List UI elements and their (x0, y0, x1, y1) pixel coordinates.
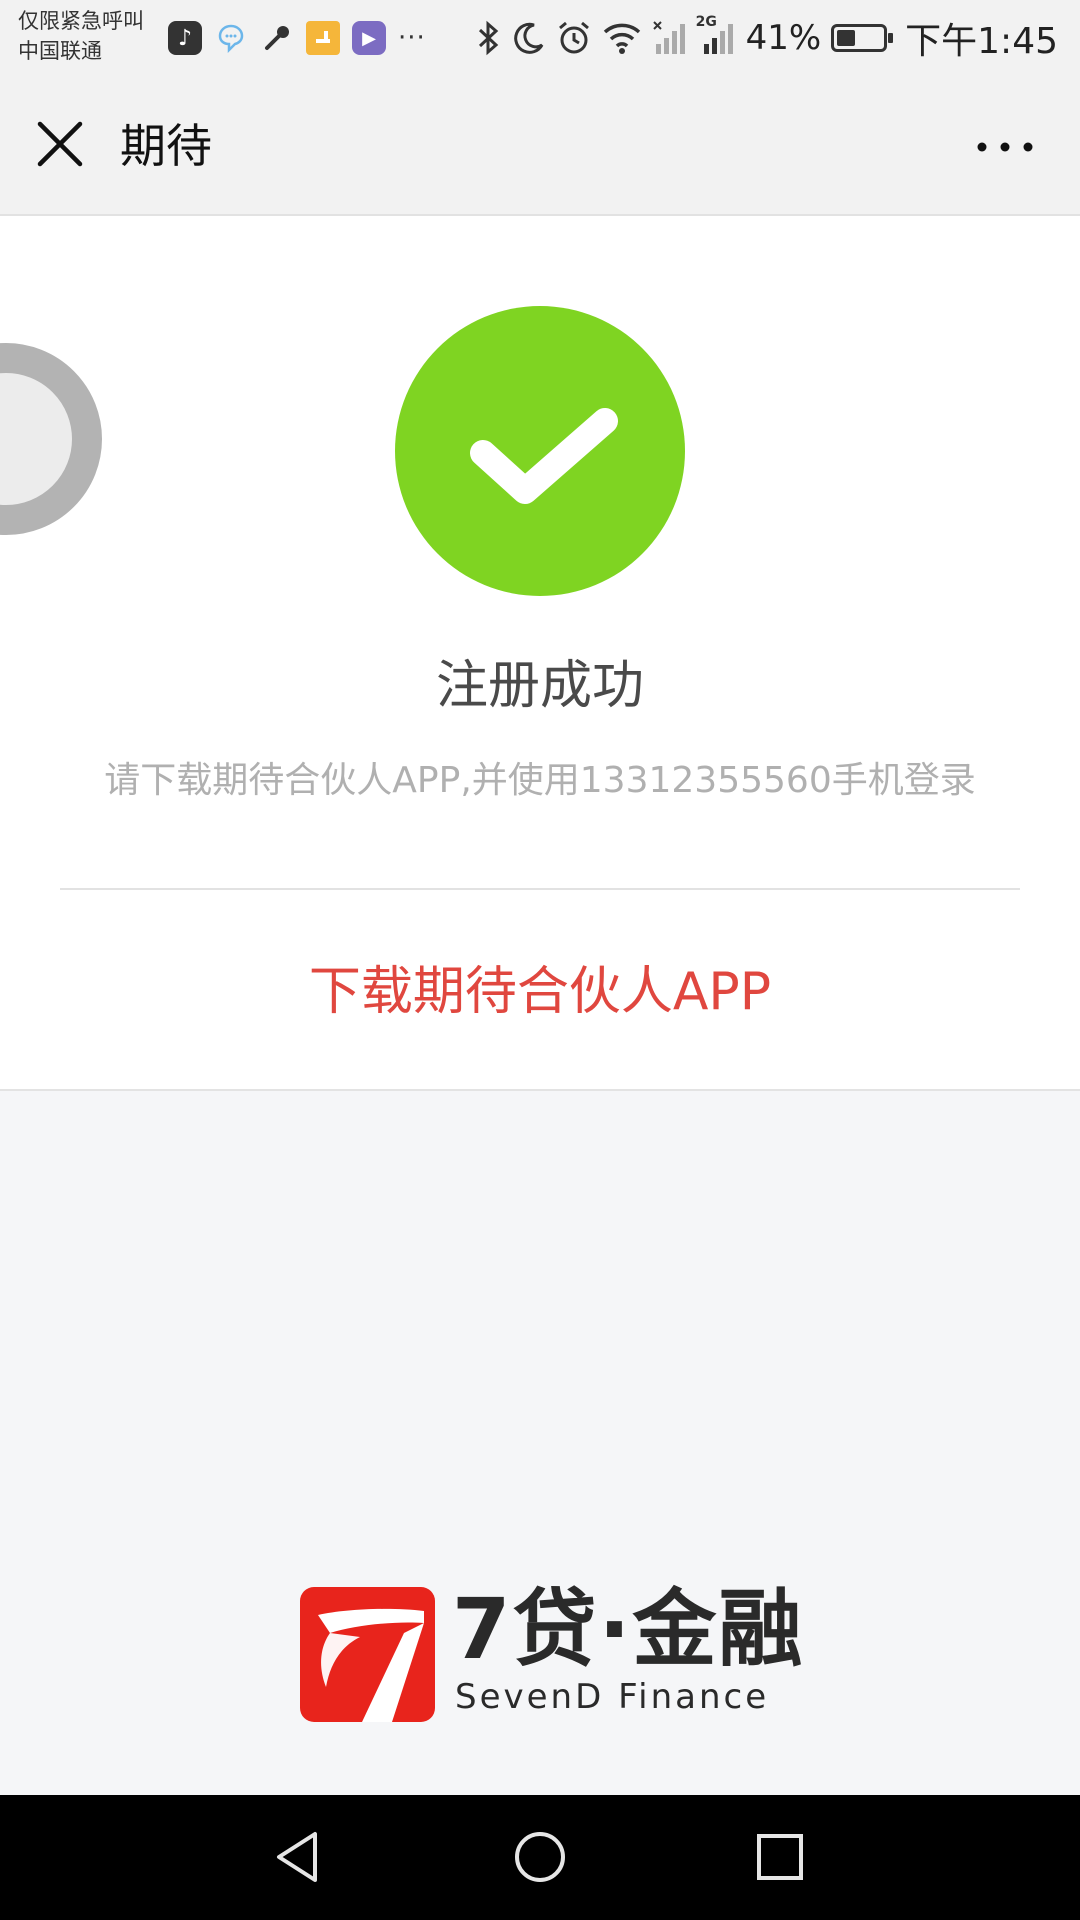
recents-button[interactable] (745, 1822, 815, 1892)
success-title: 注册成功 (435, 656, 644, 716)
network-label: 2G (695, 14, 717, 30)
moon-icon (512, 21, 546, 55)
status-bar: 仅限紧急呼叫 中国联通 ♪ ▶ ··· 2G 41% 下午1:45 (0, 0, 1080, 76)
back-triangle-icon (277, 1832, 317, 1882)
screen: 仅限紧急呼叫 中国联通 ♪ ▶ ··· 2G 41% 下午1:45 期待 注册成… (0, 0, 1080, 1920)
orange-app-icon (306, 21, 340, 55)
video-app-icon: ▶ (352, 21, 386, 55)
notification-icons: ♪ ▶ ··· (168, 18, 426, 58)
carrier-info: 仅限紧急呼叫 中国联通 (18, 6, 168, 66)
key-icon (260, 21, 294, 55)
close-button[interactable] (30, 114, 90, 174)
success-icon (395, 306, 685, 596)
logo-english-text: SevenD Finance (455, 1677, 770, 1717)
success-description: 请下载期待合伙人APP,并使用13312355560手机登录 (104, 760, 976, 801)
page-title: 期待 (120, 119, 212, 173)
battery-percent: 41% (745, 18, 822, 58)
back-button[interactable] (265, 1822, 335, 1892)
close-icon (37, 121, 83, 167)
home-button[interactable] (505, 1822, 575, 1892)
battery-icon (831, 24, 894, 52)
message-icon (214, 21, 248, 55)
recents-square-icon (757, 1834, 803, 1880)
system-icons: 2G 41% 下午1:45 (476, 12, 1058, 64)
logo-mark-icon (300, 1587, 435, 1722)
tiktok-icon: ♪ (168, 21, 202, 55)
carrier-line2: 中国联通 (18, 39, 102, 63)
bluetooth-icon (476, 20, 502, 56)
brand-logo: 7贷·金融 SevenD Finance (300, 1581, 802, 1725)
clock-time: 下午1:45 (905, 21, 1058, 62)
more-horizontal-icon (977, 142, 1033, 152)
wifi-icon (602, 21, 642, 55)
more-options-button[interactable] (970, 122, 1040, 172)
signal-sim2-icon: 2G (696, 14, 736, 56)
navigation-bar: 期待 (0, 76, 1080, 216)
system-navigation-bar (0, 1795, 1080, 1920)
result-card: 注册成功 请下载期待合伙人APP,并使用13312355560手机登录 下载期待… (0, 216, 1080, 1091)
alarm-icon (556, 20, 592, 56)
logo-chinese-text: 7贷·金融 (452, 1580, 805, 1678)
carrier-line1: 仅限紧急呼叫 (18, 9, 144, 33)
more-dots-icon: ··· (398, 23, 426, 53)
home-circle-icon (515, 1832, 565, 1882)
signal-sim1-icon (652, 20, 688, 56)
download-app-button[interactable]: 下载期待合伙人APP (0, 956, 1080, 1028)
divider (60, 888, 1020, 890)
